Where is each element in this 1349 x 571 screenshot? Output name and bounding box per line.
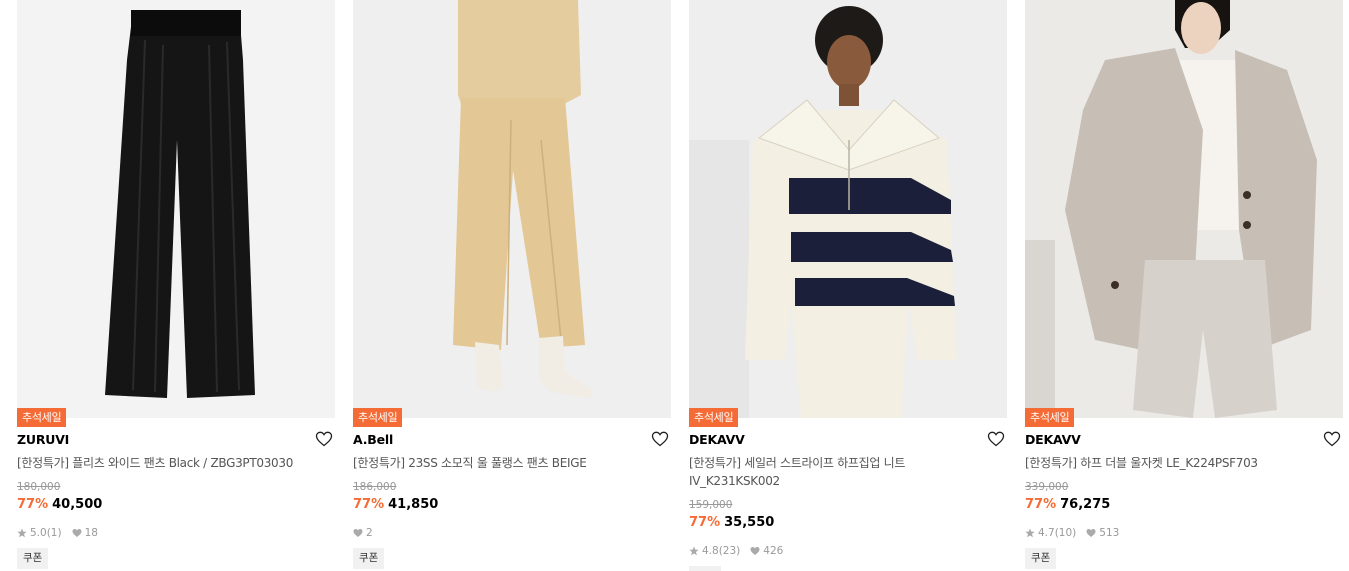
review-count: (23) [718,545,741,557]
sale-price: 41,850 [388,497,439,512]
wishlist-heart-icon[interactable] [1323,430,1341,448]
like-count: 2 [366,527,373,539]
wishlist-heart-icon[interactable] [987,430,1005,448]
sale-badge: 추석세일 [1025,408,1075,427]
product-card[interactable]: 추석세일 A.Bell [한정특가] 23SS 소모직 울 풀랭스 팬츠 BEI… [353,0,671,571]
coupon-tag-partial [689,566,721,571]
sale-badge: 추석세일 [17,408,67,427]
brand-name[interactable]: DEKAVV [1025,432,1081,448]
product-card[interactable]: 추석세일 DEKAVV [한정특가] 세일러 스트라이프 하프집업 니트 IV_… [689,0,1007,571]
product-card[interactable]: 추석세일 DEKAVV [한정특가] 하프 더블 울자켓 LE_K224PSF7… [1025,0,1343,571]
wool-jacket-photo [1025,0,1343,418]
sale-price: 76,275 [1060,497,1111,512]
black-wide-pants-photo [17,0,335,418]
product-name[interactable]: [한정특가] 하프 더블 울자켓 LE_K224PSF703 [1025,454,1325,472]
original-price: 186,000 [353,481,397,493]
brand-name[interactable]: DEKAVV [689,432,745,448]
sale-price-row: 77% 41,850 [353,496,438,514]
like-count: 426 [763,545,784,557]
original-price: 180,000 [17,481,61,493]
heart-count-icon [353,528,363,538]
review-meta: 5.0 (1) 18 [17,526,98,540]
like-count: 513 [1099,527,1120,539]
heart-count-icon [72,528,82,538]
coupon-tag: 쿠폰 [17,548,49,569]
discount-rate: 77% [689,515,721,530]
product-image[interactable] [17,0,335,418]
rating-value: 4.7 [1038,527,1055,539]
beige-pants-photo [353,0,671,418]
product-card[interactable]: 추석세일 ZURUVI [한정특가] 플리츠 와이드 팬츠 Black / ZB… [17,0,335,571]
product-name[interactable]: [한정특가] 23SS 소모직 울 풀랭스 팬츠 BEIGE [353,454,653,472]
discount-rate: 77% [353,497,385,512]
sale-price-row: 77% 35,550 [689,514,774,532]
star-icon [1025,528,1035,538]
review-count: (1) [46,527,62,539]
star-icon [17,528,27,538]
striped-knit-photo [689,0,1007,418]
heart-count-icon [750,546,760,556]
coupon-tag: 쿠폰 [353,548,385,569]
product-name[interactable]: [한정특가] 세일러 스트라이프 하프집업 니트 IV_K231KSK002 [689,454,989,490]
like-count: 18 [84,527,98,539]
rating-value: 4.8 [702,545,719,557]
sale-badge: 추석세일 [353,408,403,427]
review-meta: 4.7 (10) 513 [1025,526,1119,540]
product-grid: 추석세일 ZURUVI [한정특가] 플리츠 와이드 팬츠 Black / ZB… [17,0,1343,571]
coupon-tag: 쿠폰 [1025,548,1057,569]
original-price: 159,000 [689,499,733,511]
product-image[interactable] [1025,0,1343,418]
original-price: 339,000 [1025,481,1069,493]
wishlist-heart-icon[interactable] [315,430,333,448]
sale-price-row: 77% 76,275 [1025,496,1110,514]
review-meta: 2 [353,526,373,540]
review-count: (10) [1054,527,1077,539]
discount-rate: 77% [1025,497,1057,512]
product-image[interactable] [689,0,1007,418]
heart-count-icon [1086,528,1096,538]
brand-name[interactable]: A.Bell [353,432,393,448]
wishlist-heart-icon[interactable] [651,430,669,448]
discount-rate: 77% [17,497,49,512]
brand-name[interactable]: ZURUVI [17,432,69,448]
star-icon [689,546,699,556]
sale-price-row: 77% 40,500 [17,496,102,514]
product-image[interactable] [353,0,671,418]
review-meta: 4.8 (23) 426 [689,544,783,558]
rating-value: 5.0 [30,527,47,539]
sale-price: 40,500 [52,497,103,512]
sale-price: 35,550 [724,515,775,530]
product-name[interactable]: [한정특가] 플리츠 와이드 팬츠 Black / ZBG3PT03030 [17,454,317,472]
sale-badge: 추석세일 [689,408,739,427]
